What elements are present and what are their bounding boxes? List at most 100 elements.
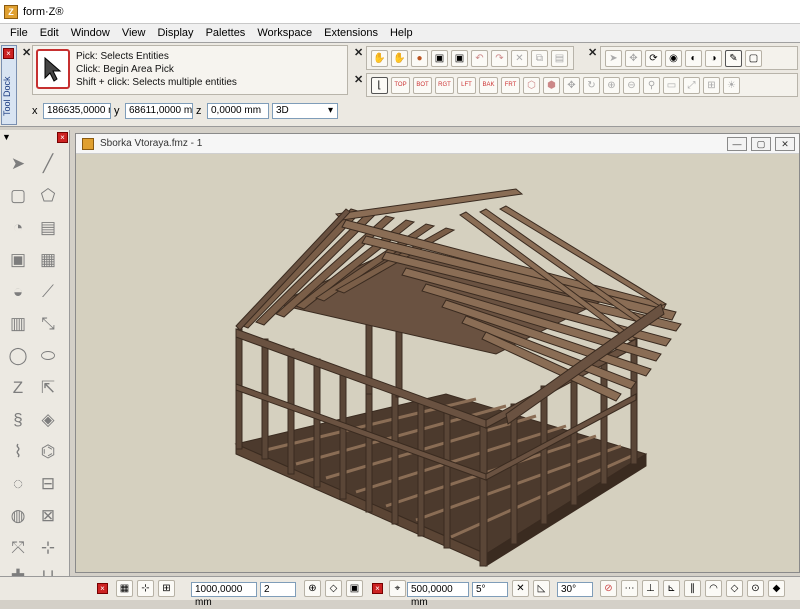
path-tool-icon[interactable]: ⤡ bbox=[36, 312, 60, 336]
move-icon[interactable]: ✥ bbox=[625, 49, 642, 67]
camera-icon[interactable]: ▭ bbox=[663, 76, 680, 94]
angle-icon[interactable]: ✕ bbox=[512, 580, 529, 597]
menu-window[interactable]: Window bbox=[65, 27, 116, 39]
walk-icon[interactable]: ⚲ bbox=[643, 76, 660, 94]
view-lft-button[interactable]: LFT bbox=[457, 76, 476, 94]
view-rgt-button[interactable]: RGT bbox=[435, 76, 454, 94]
snap-mode-icon[interactable]: ⌖ bbox=[389, 580, 406, 597]
light-icon[interactable]: ☀ bbox=[723, 76, 740, 94]
disk-icon[interactable]: ▣ bbox=[431, 49, 448, 67]
tool-dock-tab[interactable]: × Tool Dock bbox=[1, 45, 17, 125]
close-toolbar-2-icon[interactable]: ✕ bbox=[588, 46, 597, 59]
spring-tool-icon[interactable]: § bbox=[6, 408, 30, 432]
ring-tool-icon[interactable]: ◯ bbox=[6, 344, 30, 368]
extrude-tool-icon[interactable]: ▤ bbox=[36, 216, 60, 240]
menu-extensions[interactable]: Extensions bbox=[318, 27, 384, 39]
minimize-button[interactable]: — bbox=[727, 137, 747, 151]
dots-icon[interactable]: ⋯ bbox=[621, 580, 638, 597]
disk2-icon[interactable]: ▣ bbox=[451, 49, 468, 67]
close-views-toolbar-icon[interactable]: ✕ bbox=[354, 73, 363, 86]
palette-collapse-icon[interactable]: ▼ bbox=[2, 132, 11, 142]
plane-icon[interactable]: ⌊ bbox=[371, 76, 388, 94]
sphere-tool-icon[interactable]: ◔ bbox=[6, 216, 30, 240]
snap-grid-icon[interactable]: ⊕ bbox=[304, 580, 321, 597]
close-palette-icon[interactable]: × bbox=[57, 132, 68, 143]
close-toolbar-1-icon[interactable]: ✕ bbox=[354, 46, 363, 59]
snap-size-input[interactable]: 500,0000 mm bbox=[407, 582, 469, 608]
stop-icon[interactable]: ● bbox=[411, 49, 428, 67]
z-coordinate-input[interactable]: 0,0000 mm bbox=[207, 103, 269, 119]
zigzag-tool-icon[interactable]: Z bbox=[6, 376, 30, 400]
stairs-tool-icon[interactable]: ▥ bbox=[6, 312, 30, 336]
pick-tool-icon[interactable]: ➤ bbox=[6, 152, 30, 176]
parallel-icon[interactable]: ∥ bbox=[684, 580, 701, 597]
package-tool-icon[interactable]: ⊠ bbox=[36, 504, 60, 528]
axes-tool-icon[interactable]: ⊹ bbox=[36, 536, 60, 560]
lathe-tool-icon[interactable]: ◌ bbox=[6, 472, 30, 496]
rectangle-tool-icon[interactable]: ▢ bbox=[6, 184, 30, 208]
undo-icon[interactable]: ↶ bbox=[471, 49, 488, 67]
close-snap-panel-icon[interactable]: × bbox=[372, 583, 383, 594]
x-coordinate-input[interactable]: 186635,0000 mm bbox=[43, 103, 111, 119]
grid-count-input[interactable]: 2 bbox=[260, 582, 296, 597]
menu-display[interactable]: Display bbox=[151, 27, 199, 39]
pan-icon[interactable]: ✥ bbox=[563, 76, 580, 94]
line-tool-icon[interactable]: ╱ bbox=[36, 152, 60, 176]
rotate-icon[interactable]: ⟳ bbox=[645, 49, 662, 67]
hand-icon[interactable]: ✋ bbox=[371, 49, 388, 67]
ortho-icon[interactable]: ⊥ bbox=[642, 580, 659, 597]
3d-viewport[interactable] bbox=[76, 154, 799, 572]
close-icon[interactable]: × bbox=[3, 48, 14, 59]
grid-settings-icon[interactable]: ⊞ bbox=[158, 580, 175, 597]
snap-icon[interactable]: ⊹ bbox=[137, 580, 154, 597]
perp-icon[interactable]: ⊾ bbox=[663, 580, 680, 597]
bend-tool-icon[interactable]: ⌇ bbox=[6, 440, 30, 464]
center-icon[interactable]: ⊙ bbox=[747, 580, 764, 597]
view-frt-button[interactable]: FRT bbox=[501, 76, 520, 94]
view-mode-select[interactable]: 3D ▾ bbox=[272, 103, 338, 119]
grid-size-input[interactable]: 1000,0000 mm bbox=[191, 582, 257, 608]
maximize-button[interactable]: ▢ bbox=[751, 137, 771, 151]
polygon-tool-icon[interactable]: ⬠ bbox=[36, 184, 60, 208]
grid-icon[interactable]: ▦ bbox=[116, 580, 133, 597]
circle-icon[interactable]: ◐ bbox=[685, 49, 702, 67]
close-grid-panel-icon[interactable]: × bbox=[97, 583, 108, 594]
end-icon[interactable]: ◆ bbox=[768, 580, 785, 597]
fit-icon[interactable]: ⤢ bbox=[683, 76, 700, 94]
transform-tool-icon[interactable]: ⇱ bbox=[36, 376, 60, 400]
view-top-button[interactable]: TOP bbox=[391, 76, 410, 94]
close-pick-panel-icon[interactable]: ✕ bbox=[22, 46, 31, 59]
angle2-icon[interactable]: ◺ bbox=[533, 580, 550, 597]
angle-snap-input[interactable]: 5° bbox=[472, 582, 508, 597]
sphere-icon[interactable]: ◉ bbox=[665, 49, 682, 67]
section-icon[interactable]: ⊞ bbox=[703, 76, 720, 94]
surface-tool-icon[interactable]: ◒ bbox=[6, 280, 30, 304]
shade-icon[interactable]: ◑ bbox=[705, 49, 722, 67]
twist-tool-icon[interactable]: ⌬ bbox=[36, 440, 60, 464]
view-bot-button[interactable]: BOT bbox=[413, 76, 432, 94]
smooth-tool-icon[interactable]: ◍ bbox=[6, 504, 30, 528]
redo-icon[interactable]: ↷ bbox=[491, 49, 508, 67]
pick-tool-button[interactable] bbox=[36, 49, 70, 89]
mesh-tool-icon[interactable]: ▦ bbox=[36, 248, 60, 272]
cube-tool-icon[interactable]: ▣ bbox=[6, 248, 30, 272]
boolean-tool-icon[interactable]: ◈ bbox=[36, 408, 60, 432]
snap-toggle-icon[interactable]: ▣ bbox=[346, 580, 363, 597]
orbit-icon[interactable]: ↻ bbox=[583, 76, 600, 94]
sweep-tool-icon[interactable]: ⟋ bbox=[36, 280, 60, 304]
perspective-icon[interactable]: ⬢ bbox=[543, 76, 560, 94]
angle-value-input[interactable]: 30° bbox=[557, 582, 593, 597]
box-icon[interactable]: ▢ bbox=[745, 49, 762, 67]
no-snap-icon[interactable]: ⊘ bbox=[600, 580, 617, 597]
menu-view[interactable]: View bbox=[116, 27, 152, 39]
menu-help[interactable]: Help bbox=[384, 27, 419, 39]
tangent-icon[interactable]: ◠ bbox=[705, 580, 722, 597]
dimension-tool-icon[interactable]: ⤧ bbox=[6, 536, 30, 560]
menu-palettes[interactable]: Palettes bbox=[200, 27, 252, 39]
close-window-button[interactable]: ✕ bbox=[775, 137, 795, 151]
paste-icon[interactable]: ▤ bbox=[551, 49, 568, 67]
view-bak-button[interactable]: BAK bbox=[479, 76, 498, 94]
pencil-icon[interactable]: ✎ bbox=[725, 49, 742, 67]
menu-edit[interactable]: Edit bbox=[34, 27, 65, 39]
mid-icon[interactable]: ◇ bbox=[726, 580, 743, 597]
